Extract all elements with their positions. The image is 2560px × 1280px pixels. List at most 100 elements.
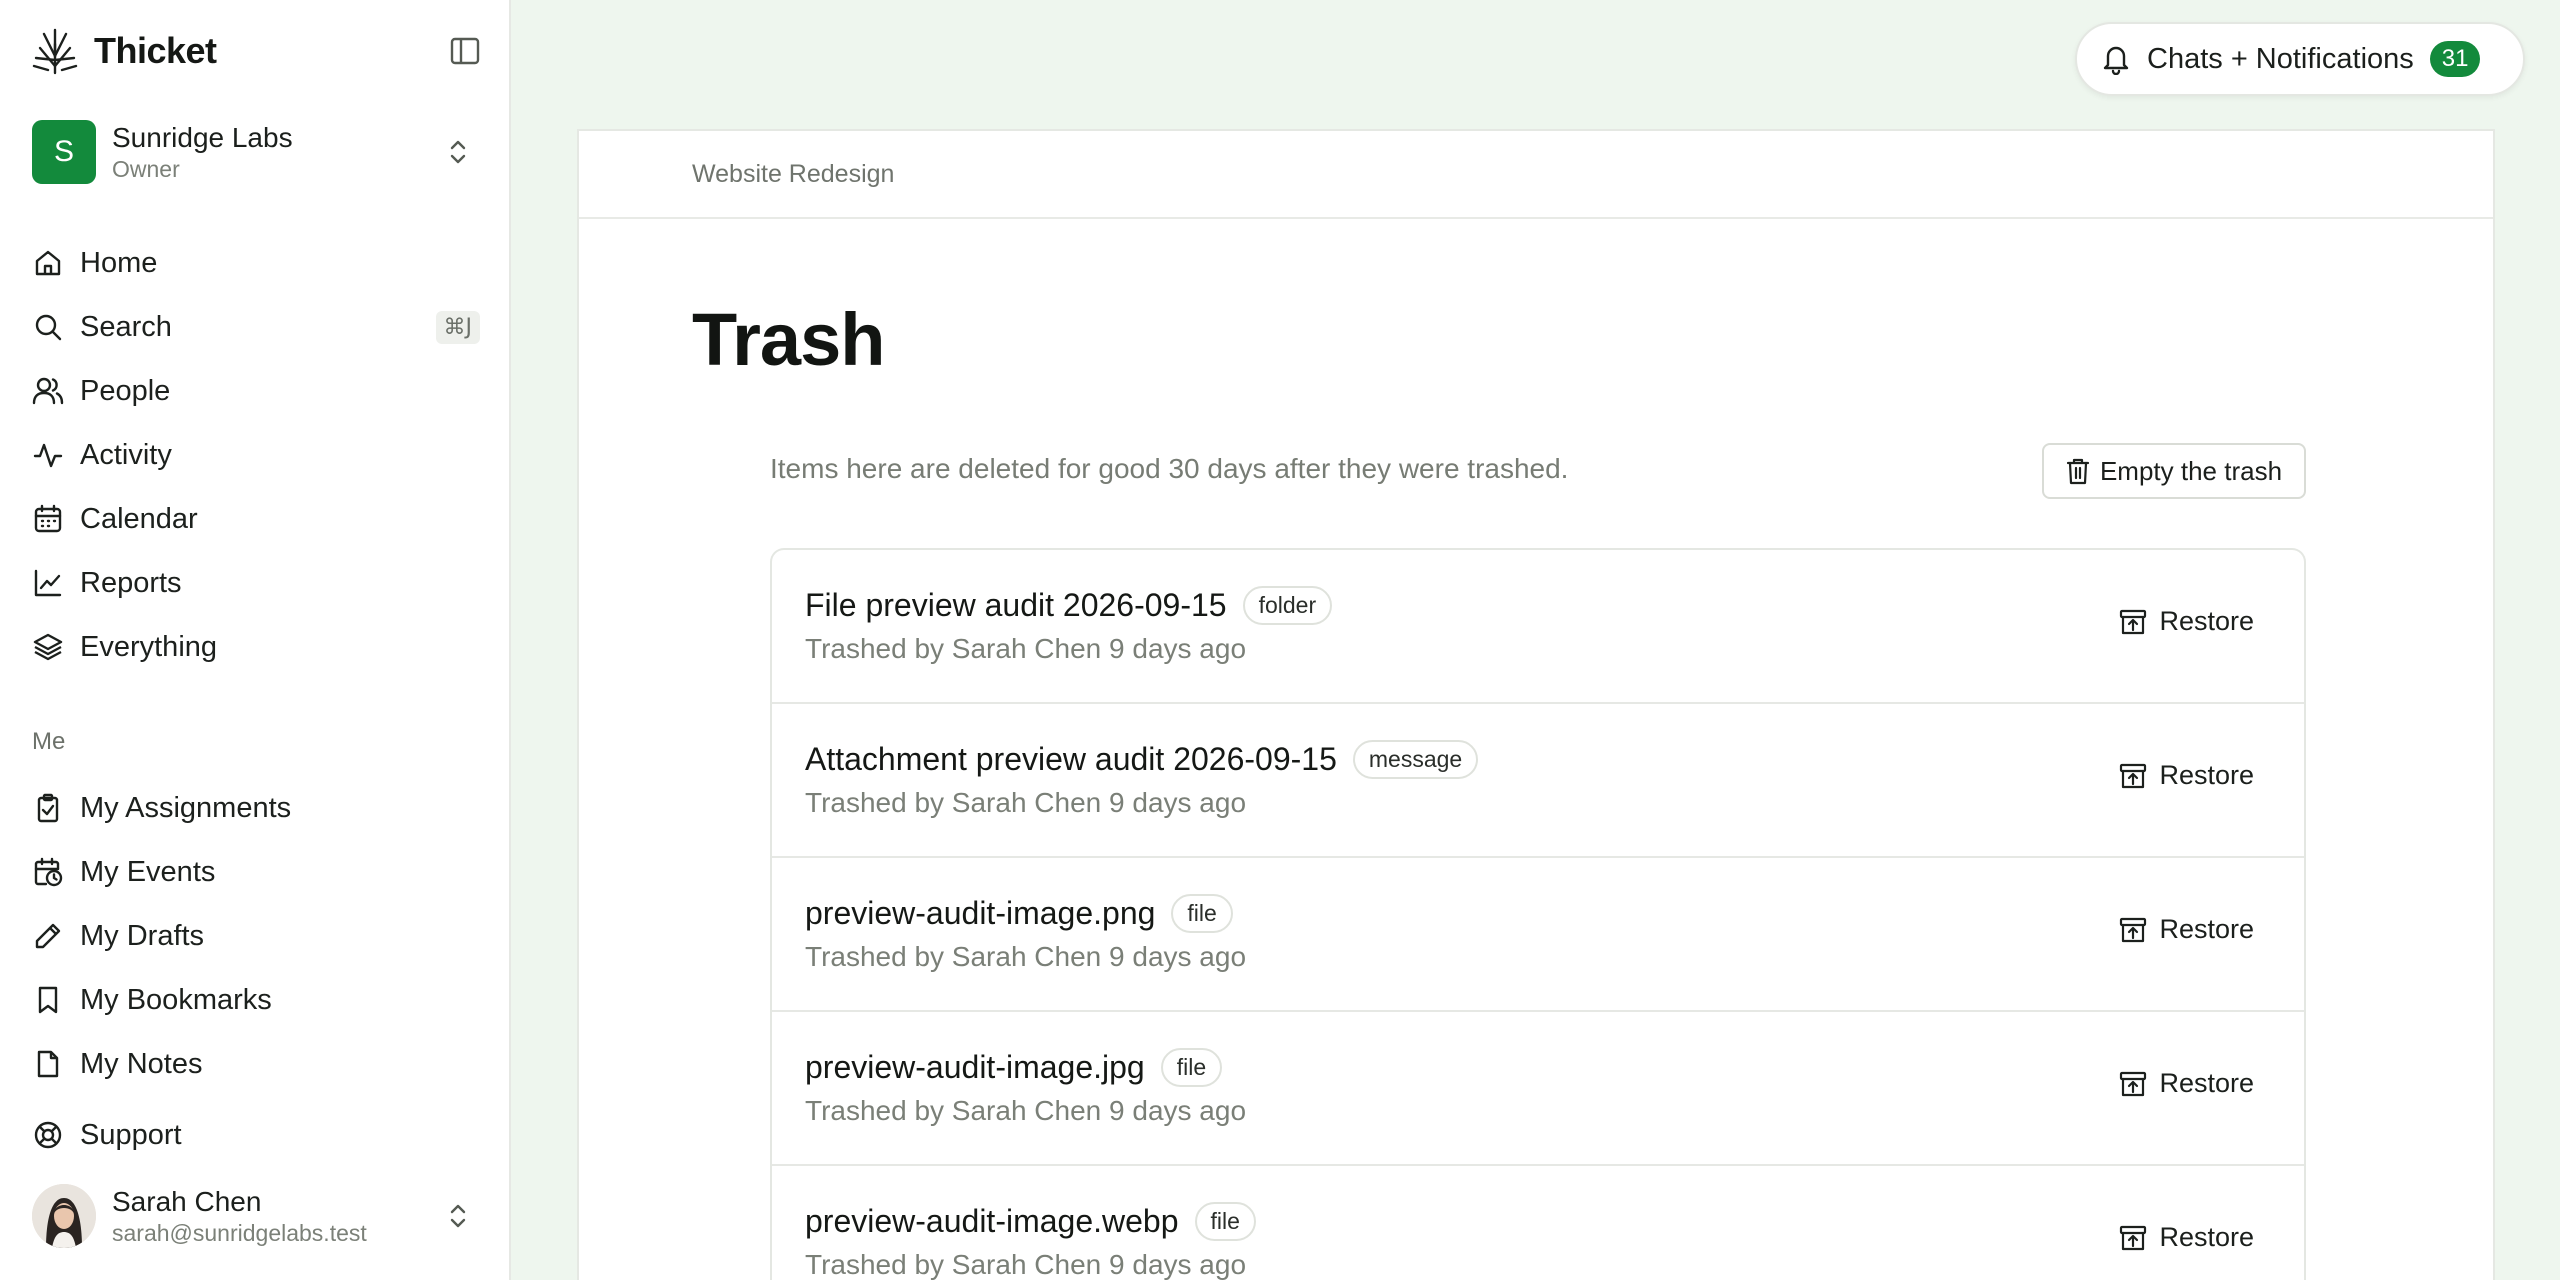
item-meta: Trashed by Sarah Chen 9 days ago [805, 941, 1247, 972]
app-name: Thicket [94, 30, 217, 71]
item-type-badge: file [1171, 894, 1233, 933]
restore-button[interactable]: Restore [2119, 1222, 2254, 1253]
nav-item-activity[interactable]: Activity [32, 423, 480, 487]
trash-list: File preview audit 2026-09-15 folder Tra… [770, 548, 2306, 1280]
bell-icon [2101, 43, 2131, 75]
item-meta: Trashed by Sarah Chen 9 days ago [805, 787, 1247, 818]
main-nav: Home Search ⌘J People Activity Calendar … [32, 231, 480, 679]
bookmark-icon [32, 984, 64, 1016]
nav-item-my-assignments[interactable]: My Assignments [32, 776, 480, 840]
nav-label: Search [80, 310, 172, 343]
nav-label: My Drafts [80, 919, 205, 952]
restore-label: Restore [2159, 1068, 2254, 1098]
activity-icon [32, 439, 64, 471]
org-switcher[interactable]: S Sunridge Labs Owner [32, 118, 480, 186]
user-menu[interactable]: Sarah Chen sarah@sunridgelabs.test [32, 1182, 480, 1250]
breadcrumb-project-link[interactable]: Website Redesign [692, 160, 894, 189]
item-type-badge: file [1160, 1048, 1223, 1087]
me-nav: My Assignments My Events My Drafts My Bo… [32, 776, 480, 1096]
nav-label: People [80, 374, 171, 407]
trash-helper-text: Items here are deleted for good 30 days … [770, 453, 1569, 484]
trash-icon [2066, 457, 2090, 485]
nav-label: My Assignments [80, 791, 292, 824]
user-name: Sarah Chen [112, 1186, 262, 1217]
shortcut-badge: ⌘J [435, 311, 480, 344]
calendar-icon [32, 503, 64, 535]
section-label-me: Me [32, 728, 66, 755]
nav-item-my-events[interactable]: My Events [32, 840, 480, 904]
sidebar: Thicket S Sunridge Labs Owner Home Searc… [0, 0, 511, 1280]
layers-icon [32, 631, 64, 663]
support-link[interactable]: Support [32, 1103, 480, 1167]
org-name: Sunridge Labs [112, 122, 293, 153]
home-icon [32, 247, 64, 279]
nav-item-reports[interactable]: Reports [32, 551, 480, 615]
nav-label: My Notes [80, 1047, 203, 1080]
item-type-badge: message [1352, 740, 1479, 779]
item-type-badge: folder [1242, 586, 1333, 625]
nav-label: My Bookmarks [80, 983, 272, 1016]
item-title[interactable]: preview-audit-image.png [805, 895, 1155, 932]
restore-icon [2119, 1070, 2147, 1098]
clipboard-check-icon [32, 792, 64, 824]
nav-label: Calendar [80, 502, 198, 535]
thicket-logo-icon [30, 26, 80, 76]
org-role: Owner [112, 156, 180, 182]
item-title[interactable]: Attachment preview audit 2026-09-15 [805, 741, 1337, 778]
restore-icon [2119, 916, 2147, 944]
item-meta: Trashed by Sarah Chen 9 days ago [805, 1249, 1247, 1280]
restore-label: Restore [2159, 1222, 2254, 1252]
lifebuoy-icon [32, 1119, 64, 1151]
empty-trash-label: Empty the trash [2099, 455, 2283, 486]
restore-label: Restore [2159, 760, 2254, 790]
nav-label: Activity [80, 438, 172, 471]
restore-button[interactable]: Restore [2119, 760, 2254, 791]
search-icon [32, 311, 64, 343]
people-icon [32, 375, 64, 407]
nav-item-search[interactable]: Search ⌘J [32, 295, 480, 359]
chats-notifications-button[interactable]: Chats + Notifications 31 [2075, 22, 2525, 96]
restore-button[interactable]: Restore [2119, 914, 2254, 945]
nav-item-calendar[interactable]: Calendar [32, 487, 480, 551]
sidebar-panel-icon [450, 37, 480, 65]
item-title[interactable]: preview-audit-image.webp [805, 1203, 1179, 1240]
user-email: sarah@sunridgelabs.test [112, 1220, 367, 1246]
restore-icon [2119, 762, 2147, 790]
item-title[interactable]: File preview audit 2026-09-15 [805, 587, 1227, 624]
nav-label: Home [80, 246, 158, 279]
brand[interactable]: Thicket [30, 26, 217, 76]
pencil-icon [32, 920, 64, 952]
nav-item-my-drafts[interactable]: My Drafts [32, 904, 480, 968]
restore-button[interactable]: Restore [2119, 1068, 2254, 1099]
restore-label: Restore [2159, 606, 2254, 636]
list-item: preview-audit-image.webp file Trashed by… [772, 1166, 2304, 1280]
restore-icon [2119, 1224, 2147, 1252]
item-title[interactable]: preview-audit-image.jpg [805, 1049, 1145, 1086]
empty-trash-button[interactable]: Empty the trash [2042, 443, 2306, 499]
restore-label: Restore [2159, 914, 2254, 944]
nav-item-everything[interactable]: Everything [32, 615, 480, 679]
notification-count-badge: 31 [2429, 41, 2481, 77]
notifications-label: Chats + Notifications [2147, 42, 2414, 75]
nav-item-my-bookmarks[interactable]: My Bookmarks [32, 968, 480, 1032]
nav-label: My Events [80, 855, 216, 888]
nav-label: Reports [80, 566, 182, 599]
list-item: Attachment preview audit 2026-09-15 mess… [772, 704, 2304, 858]
item-meta: Trashed by Sarah Chen 9 days ago [805, 1095, 1247, 1126]
item-meta: Trashed by Sarah Chen 9 days ago [805, 633, 1247, 664]
chevron-up-down-icon [446, 1200, 470, 1232]
main-panel: Website Redesign Trash Items here are de… [577, 129, 2495, 1280]
restore-button[interactable]: Restore [2119, 606, 2254, 637]
breadcrumb: Website Redesign [579, 131, 2493, 219]
nav-item-people[interactable]: People [32, 359, 480, 423]
sidebar-toggle-button[interactable] [448, 36, 482, 66]
nav-label: Support [80, 1118, 182, 1151]
nav-item-home[interactable]: Home [32, 231, 480, 295]
list-item: File preview audit 2026-09-15 folder Tra… [772, 550, 2304, 704]
page-title: Trash [692, 298, 885, 381]
item-type-badge: file [1194, 1202, 1256, 1241]
list-item: preview-audit-image.png file Trashed by … [772, 858, 2304, 1012]
calendar-clock-icon [32, 856, 64, 888]
chevron-up-down-icon [446, 136, 470, 168]
nav-item-my-notes[interactable]: My Notes [32, 1032, 480, 1096]
